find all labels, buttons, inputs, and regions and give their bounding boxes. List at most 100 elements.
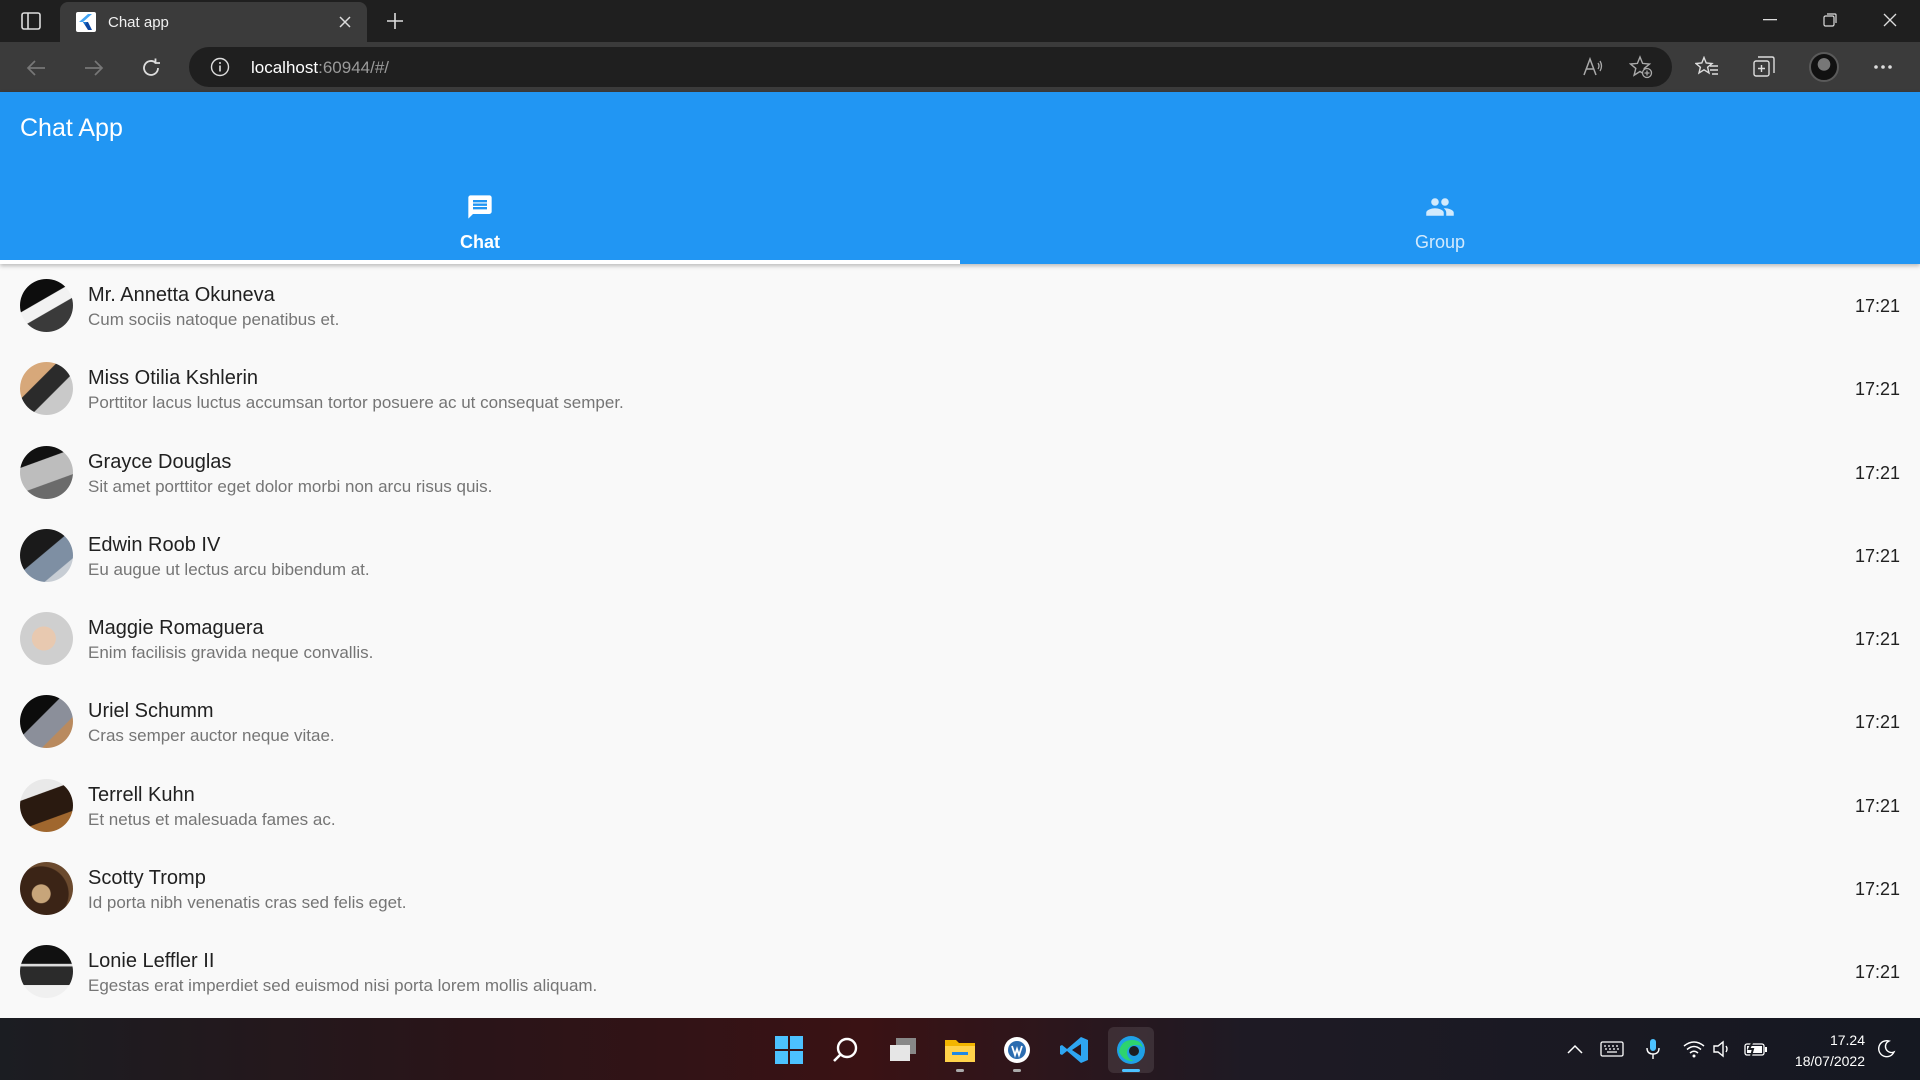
chevron-up-icon[interactable]	[1563, 1037, 1587, 1061]
tab-actions-icon[interactable]	[14, 9, 48, 33]
address-bar[interactable]: localhost:60944/#/	[189, 47, 1672, 87]
message-time: 17:21	[1854, 545, 1900, 566]
message-time: 17:21	[1854, 379, 1900, 400]
tab-chat-label: Chat	[460, 232, 500, 252]
microphone-icon[interactable]	[1641, 1037, 1665, 1061]
back-icon[interactable]	[20, 52, 52, 84]
message-time: 17:21	[1854, 795, 1900, 816]
system-clock[interactable]: 17.24 18/07/2022	[1783, 1030, 1865, 1072]
laptop-photo-avatar	[20, 695, 73, 749]
running-indicator	[956, 1069, 964, 1072]
chat-list-item[interactable]: Uriel Schumm Cras semper auctor neque vi…	[0, 680, 1920, 763]
focus-assist-icon[interactable]	[1874, 1037, 1898, 1061]
flutter-favicon-icon	[76, 12, 96, 32]
chat-list-item[interactable]: Lonie Leffler II Egestas erat imperdiet …	[0, 930, 1920, 1013]
message-time: 17:21	[1854, 712, 1900, 733]
chat-list: Mr. Annetta Okuneva Cum sociis natoque p…	[0, 264, 1920, 1018]
minimize-icon[interactable]	[1747, 4, 1793, 36]
favorites-icon[interactable]	[1691, 51, 1723, 83]
clock-date: 18/07/2022	[1794, 1053, 1865, 1069]
last-message: Enim facilisis gravida neque convallis.	[88, 643, 374, 663]
chat-list-item[interactable]: Edwin Roob IV Eu augue ut lectus arcu bi…	[0, 514, 1920, 597]
laptop-photo-avatar	[20, 528, 73, 582]
tab-group[interactable]: Group	[960, 172, 1920, 264]
last-message: Et netus et malesuada fames ac.	[88, 809, 336, 829]
contact-name: Maggie Romaguera	[88, 617, 264, 640]
volume-icon[interactable]	[1711, 1037, 1735, 1061]
contact-name: Miss Otilia Kshlerin	[88, 367, 259, 390]
start-icon[interactable]	[766, 1027, 812, 1073]
vscode-icon[interactable]	[1051, 1027, 1097, 1073]
contact-name: Scotty Tromp	[88, 867, 206, 890]
close-tab-icon[interactable]	[335, 12, 355, 32]
contact-name: Lonie Leffler II	[88, 950, 215, 973]
message-time: 17:21	[1854, 462, 1900, 483]
last-message: Sit amet porttitor eget dolor morbi non …	[88, 476, 493, 496]
message-time: 17:21	[1854, 296, 1900, 316]
chat-list-item[interactable]: Grayce Douglas Sit amet porttitor eget d…	[0, 431, 1920, 514]
search-icon[interactable]	[823, 1027, 869, 1073]
hands-photo-avatar	[20, 612, 73, 666]
browser-toolbar: localhost:60944/#/	[0, 42, 1920, 92]
contact-name: Mr. Annetta Okuneva	[88, 284, 275, 306]
chat-list-item[interactable]: Scotty Tromp Id porta nibh venenatis cra…	[0, 847, 1920, 930]
message-time: 17:21	[1854, 629, 1900, 650]
site-info-icon[interactable]	[210, 57, 230, 77]
chat-bubble-icon	[465, 192, 495, 222]
contact-name: Edwin Roob IV	[88, 533, 221, 556]
chat-list-item[interactable]: Mr. Annetta Okuneva Cum sociis natoque p…	[0, 264, 1920, 347]
keyboard-icon[interactable]	[1600, 1037, 1624, 1061]
laptop-photo-avatar	[20, 445, 73, 499]
read-aloud-icon[interactable]	[1581, 55, 1605, 79]
wifi-icon[interactable]	[1682, 1037, 1706, 1061]
windows-taskbar: 17.24 18/07/2022	[0, 1018, 1920, 1080]
collections-icon[interactable]	[1748, 51, 1780, 83]
message-time: 17:21	[1854, 962, 1900, 983]
browser-tab-title: Chat app	[108, 14, 169, 31]
chat-list-item[interactable]: Miss Otilia Kshlerin Porttitor lacus luc…	[0, 347, 1920, 430]
active-indicator	[1122, 1069, 1140, 1072]
profile-avatar[interactable]	[1808, 51, 1840, 83]
tab-chat[interactable]: Chat	[0, 172, 960, 264]
restore-icon[interactable]	[1807, 4, 1853, 36]
laptop-photo-avatar	[20, 279, 73, 332]
contact-name: Uriel Schumm	[88, 700, 214, 723]
last-message: Cras semper auctor neque vitae.	[88, 726, 335, 746]
contact-name: Terrell Kuhn	[88, 783, 195, 806]
last-message: Porttitor lacus luctus accumsan tortor p…	[88, 393, 624, 413]
desk-photo-avatar	[20, 862, 73, 916]
laptop-photo-avatar	[20, 778, 73, 832]
last-message: Cum sociis natoque penatibus et.	[88, 310, 340, 329]
contact-name: Grayce Douglas	[88, 450, 232, 473]
more-menu-icon[interactable]	[1867, 51, 1899, 83]
forward-icon[interactable]	[78, 52, 110, 84]
edge-icon[interactable]	[1108, 1027, 1154, 1073]
task-view-icon[interactable]	[880, 1027, 926, 1073]
add-favorite-icon[interactable]	[1629, 55, 1653, 79]
chat-list-item[interactable]: Maggie Romaguera Enim facilisis gravida …	[0, 597, 1920, 680]
tab-group-label: Group	[1414, 232, 1466, 252]
refresh-icon[interactable]	[135, 52, 167, 84]
last-message: Id porta nibh venenatis cras sed felis e…	[88, 893, 407, 913]
url-host: localhost	[251, 58, 319, 77]
running-indicator	[1013, 1069, 1021, 1072]
chat-list-item[interactable]: Terrell Kuhn Et netus et malesuada fames…	[0, 764, 1920, 847]
url-path: :60944/#/	[318, 58, 390, 77]
address-url[interactable]: localhost:60944/#/	[251, 58, 389, 78]
tab-indicator	[0, 260, 960, 264]
file-explorer-icon[interactable]	[937, 1027, 983, 1073]
battery-icon[interactable]	[1744, 1037, 1768, 1061]
close-window-icon[interactable]	[1867, 4, 1913, 36]
last-message: Eu augue ut lectus arcu bibendum at.	[88, 559, 370, 579]
new-tab-icon[interactable]	[382, 9, 408, 33]
app-bar: Chat App Chat Group	[0, 92, 1920, 264]
app-title: Chat App	[20, 114, 123, 142]
laptop-photo-avatar	[20, 362, 73, 416]
message-time: 17:21	[1854, 879, 1900, 900]
app-icon[interactable]	[994, 1027, 1040, 1073]
keyboard-photo-avatar	[20, 945, 73, 999]
browser-tab-bar: Chat app	[0, 0, 1920, 42]
app-tabs: Chat Group	[0, 172, 1920, 264]
last-message: Egestas erat imperdiet sed euismod nisi …	[88, 976, 598, 996]
browser-tab[interactable]: Chat app	[60, 2, 367, 42]
